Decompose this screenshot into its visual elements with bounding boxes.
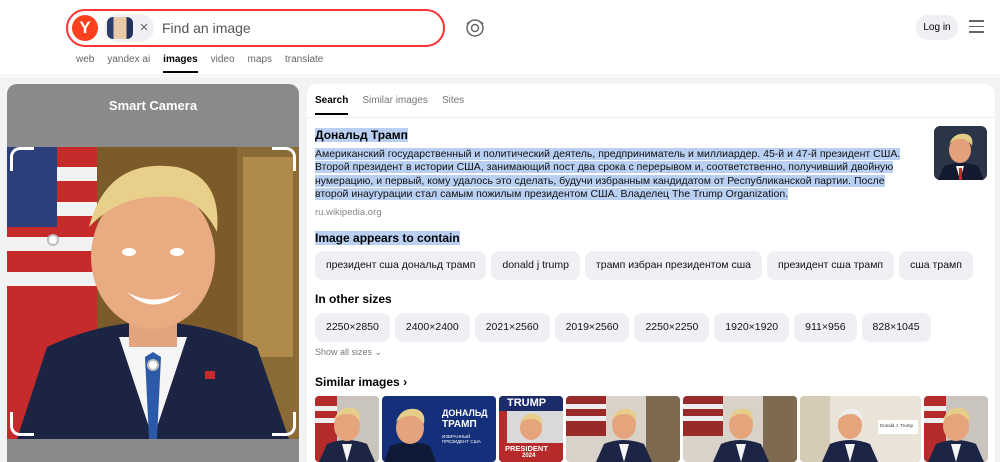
tab-sites[interactable]: Sites [442,95,464,115]
size-chip[interactable]: 911×956 [794,313,857,342]
entity-photo[interactable] [934,126,987,180]
tag-chip[interactable]: президент сша трамп [766,251,895,280]
hamburger-menu-icon[interactable] [969,20,984,34]
banner-line3: ИЗБРАННЫЙ ПРЕЗИДЕНТ США [442,434,481,444]
contains-section-title: Image appears to contain [315,231,460,245]
tab-search[interactable]: Search [315,95,349,115]
tab-similar-images[interactable]: Similar images [362,95,428,115]
nav-maps[interactable]: maps [248,54,272,71]
size-chip[interactable]: 2400×2400 [394,313,470,342]
entity-source-link[interactable]: ru.wikipedia.org [315,207,382,218]
other-sizes-title: In other sizes [315,292,392,306]
similar-thumb[interactable]: ДОНАЛЬД ТРАМП ИЗБРАННЫЙ ПРЕЗИДЕНТ США [382,396,496,462]
crop-corner-top-right[interactable] [272,147,296,171]
size-chip[interactable]: 2021×2560 [474,313,550,342]
similar-thumb[interactable] [566,396,680,462]
show-all-sizes-link[interactable]: Show all sizes ⌄ [315,347,382,358]
similar-images-link[interactable]: Similar images › [315,375,407,389]
search-input[interactable] [162,17,432,39]
size-chip[interactable]: 828×1045 [861,313,931,342]
search-box[interactable]: Y × [66,9,445,47]
camera-search-icon[interactable] [464,17,486,39]
poster-top: TRUMP [507,397,547,409]
nav-video[interactable]: video [211,54,235,71]
thumb-note: Donald J. Trump [880,423,914,428]
login-button[interactable]: Log in [916,15,958,40]
contains-tags: президент сша дональд трамп donald j tru… [315,251,973,280]
banner-line2: ТРАМП [442,419,477,430]
banner-line1: ДОНАЛЬД [442,408,488,418]
nav-web[interactable]: web [76,54,94,71]
nav-translate[interactable]: translate [285,54,323,71]
crop-corner-top-left[interactable] [10,147,34,171]
similar-thumb[interactable] [924,396,988,462]
poster-bottom: PRESIDENT [505,444,548,453]
clear-image-icon[interactable]: × [137,14,151,42]
smart-camera-title: Smart Camera [108,98,198,113]
results-tabs: Search Similar images Sites [315,95,478,115]
other-sizes-list: 2250×2850 2400×2400 2021×2560 2019×2560 … [315,313,931,342]
size-chip[interactable]: 2250×2250 [634,313,710,342]
similar-images-strip: ДОНАЛЬД ТРАМП ИЗБРАННЫЙ ПРЕЗИДЕНТ США TR… [315,396,988,462]
tag-chip[interactable]: donald j trump [491,251,580,280]
crop-corner-bottom-right[interactable] [272,412,296,436]
similar-thumb[interactable] [315,396,379,462]
crop-corner-bottom-left[interactable] [10,412,34,436]
object-hotspot-tie[interactable] [147,359,159,371]
similar-thumb[interactable]: TRUMP PRESIDENT 2024 [499,396,563,462]
query-image-thumbnail [107,17,133,39]
nav-images[interactable]: images [163,54,199,73]
query-image-chip[interactable]: × [104,14,154,42]
header: Y × web yandex ai images video maps tran… [0,0,1000,76]
chevron-down-icon: ⌄ [374,347,383,357]
size-chip[interactable]: 2250×2850 [315,313,390,342]
entity-title[interactable]: Дональд Трамп [315,128,408,142]
query-photo [7,147,299,439]
size-chip[interactable]: 2019×2560 [554,313,630,342]
tag-chip[interactable]: трамп избран президентом сша [584,251,762,280]
object-hotspot-flag[interactable] [47,234,59,246]
results-panel: Search Similar images Sites Дональд Трам… [307,84,995,462]
size-chip[interactable]: 1920×1920 [714,313,790,342]
similar-thumb[interactable] [683,396,797,462]
search-nav: web yandex ai images video maps translat… [76,54,336,73]
chevron-right-icon: › [403,375,408,389]
yandex-logo[interactable]: Y [72,15,98,41]
entity-description: Американский государственный и политичес… [315,148,901,201]
similar-thumb[interactable]: Donald J. Trump [800,396,921,462]
tag-chip[interactable]: сша трамп [899,251,973,280]
smart-camera-panel: Smart Camera [7,84,299,462]
tabs-divider [307,117,995,118]
nav-yandex-ai[interactable]: yandex ai [107,54,150,71]
tag-chip[interactable]: президент сша дональд трамп [315,251,487,280]
poster-year: 2024 [522,453,536,459]
